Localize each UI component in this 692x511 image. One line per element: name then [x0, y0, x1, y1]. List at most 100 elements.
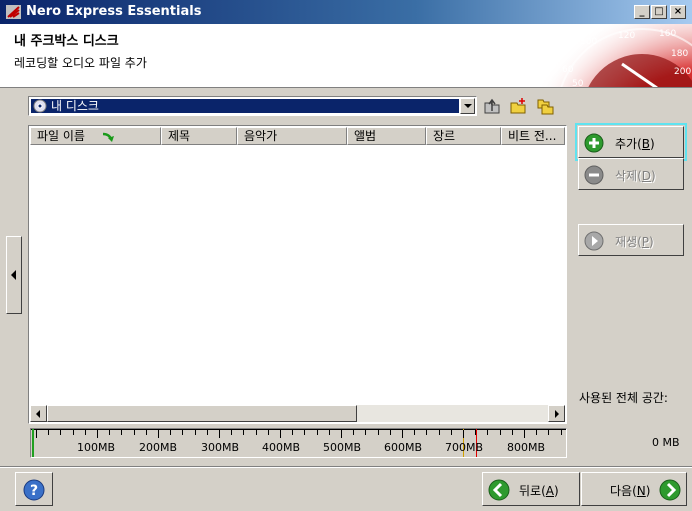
- back-arrow-icon: [488, 479, 510, 501]
- next-arrow-icon: [659, 479, 681, 501]
- chevron-left-icon: [11, 270, 16, 280]
- help-button[interactable]: ?: [15, 472, 53, 506]
- capacity-tick: [194, 430, 196, 435]
- capacity-tick: [548, 430, 550, 435]
- capacity-tick: [414, 430, 416, 435]
- column-header-artist[interactable]: 음악가: [237, 127, 347, 145]
- capacity-tick: [402, 430, 403, 438]
- svg-text:50: 50: [572, 79, 584, 88]
- footer-separator: [0, 466, 692, 468]
- capacity-tick: [463, 430, 464, 438]
- capacity-tick: [365, 430, 367, 435]
- next-button[interactable]: 다음(N): [581, 472, 687, 506]
- delete-button-label: 삭제(D): [615, 169, 656, 183]
- capacity-label: 600MB: [384, 441, 423, 454]
- svg-text:200: 200: [674, 67, 691, 77]
- capacity-tick: [219, 430, 220, 438]
- column-header-bitrate[interactable]: 비트 전...: [501, 127, 565, 145]
- title-bar[interactable]: Nero Express Essentials _ □ ×: [0, 0, 692, 24]
- svg-text:100: 100: [580, 37, 597, 47]
- capacity-tick: [84, 430, 86, 435]
- play-icon: [584, 231, 604, 251]
- play-button-label: 재생(P): [615, 235, 654, 249]
- play-button[interactable]: 재생(P): [578, 224, 684, 256]
- capacity-tick: [121, 430, 123, 435]
- disc-select-value: 내 디스크: [31, 99, 459, 113]
- nero-app-icon: [6, 5, 21, 19]
- back-button-label: 뒤로(A): [519, 484, 559, 498]
- copy-folder-icon[interactable]: [537, 97, 555, 115]
- column-header-album[interactable]: 앨범: [347, 127, 426, 145]
- svg-text:60: 60: [562, 65, 574, 75]
- capacity-tick: [353, 430, 355, 435]
- disc-icon: [33, 99, 47, 113]
- disc-select[interactable]: 내 디스크: [28, 96, 477, 116]
- delete-button[interactable]: 삭제(D): [578, 158, 684, 190]
- add-button-label: 추가(B): [615, 137, 655, 151]
- add-button[interactable]: 추가(B): [575, 123, 687, 161]
- capacity-tick: [487, 430, 489, 435]
- capacity-label: 700MB: [445, 441, 484, 454]
- used-space-marker: [32, 429, 34, 457]
- capacity-tick: [292, 430, 294, 435]
- svg-text:80: 80: [550, 47, 562, 57]
- capacity-label: 800MB: [507, 441, 546, 454]
- capacity-tick: [109, 430, 111, 435]
- capacity-tick: [60, 430, 62, 435]
- capacity-tick: [133, 430, 135, 435]
- capacity-tick: [255, 430, 257, 435]
- capacity-tick: [243, 430, 245, 435]
- capacity-tick: [341, 430, 342, 438]
- capacity-tick: [389, 430, 391, 435]
- capacity-tick: [524, 430, 525, 438]
- capacity-tick: [475, 430, 477, 435]
- scroll-thumb[interactable]: [47, 405, 357, 422]
- capacity-tick: [377, 430, 379, 435]
- column-header-genre[interactable]: 장르: [426, 127, 501, 145]
- new-folder-icon[interactable]: [510, 97, 528, 115]
- capacity-tick: [158, 430, 159, 438]
- remove-icon: [584, 165, 604, 185]
- capacity-label: 500MB: [323, 441, 362, 454]
- collapse-panel-button[interactable]: [6, 236, 22, 314]
- chevron-down-icon: [464, 104, 472, 108]
- page-subtitle: 레코딩할 오디오 파일 추가: [14, 56, 147, 70]
- arrow-left-icon: [36, 410, 40, 418]
- disc-select-label: 내 디스크: [51, 99, 99, 113]
- svg-text:?: ?: [30, 483, 38, 499]
- capacity-tick: [426, 430, 428, 435]
- audio-file-list[interactable]: 파일 이름 제목 음악가 앨범 장르 비트 전...: [28, 125, 567, 424]
- svg-text:160: 160: [659, 29, 676, 39]
- maximize-button[interactable]: □: [651, 5, 667, 19]
- capacity-tick: [450, 430, 452, 435]
- dropdown-button[interactable]: [460, 98, 475, 114]
- column-header-file-name[interactable]: 파일 이름: [30, 127, 161, 145]
- capacity-tick: [316, 430, 318, 435]
- capacity-tick: [511, 430, 513, 435]
- used-space-label: 사용된 전체 공간:: [579, 391, 668, 405]
- capacity-tick: [72, 430, 74, 435]
- capacity-tick: [170, 430, 172, 435]
- scroll-right-button[interactable]: [548, 405, 565, 422]
- capacity-tick: [328, 430, 330, 435]
- capacity-tick: [97, 430, 98, 438]
- capacity-tick: [536, 430, 538, 435]
- capacity-tick: [182, 430, 184, 435]
- capacity-label: 300MB: [201, 441, 240, 454]
- back-button[interactable]: 뒤로(A): [482, 472, 580, 506]
- scroll-left-button[interactable]: [30, 405, 47, 422]
- capacity-tick: [206, 430, 208, 435]
- minimize-button[interactable]: _: [634, 5, 650, 19]
- close-button[interactable]: ×: [670, 5, 686, 19]
- add-icon: [584, 133, 604, 153]
- capacity-tick: [231, 430, 233, 435]
- column-header-title[interactable]: 제목: [161, 127, 237, 145]
- horizontal-scrollbar[interactable]: [30, 405, 565, 422]
- capacity-tick: [280, 430, 281, 438]
- capacity-tick: [499, 430, 501, 435]
- page-title: 내 주크박스 디스크: [14, 34, 119, 49]
- up-folder-icon[interactable]: [483, 97, 501, 115]
- capacity-label: 400MB: [262, 441, 301, 454]
- capacity-tick: [304, 430, 306, 435]
- used-space-value: 0 MB: [652, 436, 680, 449]
